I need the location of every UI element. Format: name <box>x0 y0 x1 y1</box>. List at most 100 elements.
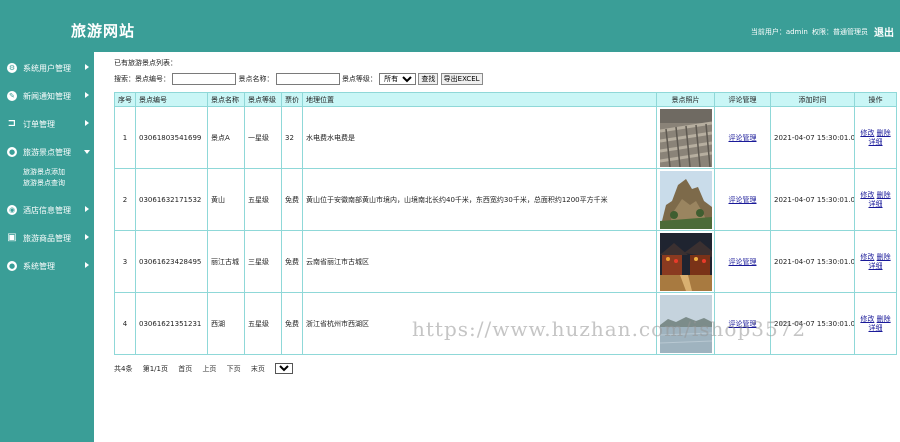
circle-dot-icon: ◉ <box>7 205 17 215</box>
level-label: 景点等级： <box>341 75 377 83</box>
chevron-right-icon <box>85 206 89 212</box>
col-header: 添加时间 <box>770 92 855 107</box>
sidebar-item-news[interactable]: ✎ 新闻通知管理 <box>0 82 94 110</box>
col-header: 评论管理 <box>714 92 771 107</box>
detail-link[interactable]: 详细 <box>858 138 893 147</box>
detail-link[interactable]: 详细 <box>858 324 893 333</box>
comment-manage-link[interactable]: 评论管理 <box>729 134 757 142</box>
cell-code: 03061632171532 <box>135 168 208 231</box>
cell-name: 丽江古城 <box>207 230 245 293</box>
spot-table: 序号 景点编号 景点名称 景点等级 票价 地理位置 景点照片 评论管理 添加时间… <box>114 92 897 355</box>
delete-link[interactable]: 删除 <box>877 129 891 137</box>
box-icon: ▣ <box>7 232 17 243</box>
chevron-right-icon <box>85 64 89 70</box>
sidebar-item-scenic-spots[interactable]: ● 旅游景点管理 <box>0 138 94 166</box>
cell-name: 景点A <box>207 106 245 169</box>
sidebar-item-label: 订单管理 <box>23 120 55 129</box>
cell-time: 2021-04-07 15:30:01.0 <box>770 168 855 231</box>
cell-ops: 修改 删除 详细 <box>854 292 897 355</box>
table-row: 1 03061803541699 景点A 一星级 32 水电费水电费是 评论管理… <box>114 106 897 169</box>
cell-price: 免费 <box>281 292 303 355</box>
export-excel-button[interactable]: 导出EXCEL <box>440 73 483 85</box>
col-header: 景点照片 <box>656 92 715 107</box>
detail-link[interactable]: 详细 <box>858 200 893 209</box>
cell-no: 1 <box>114 106 136 169</box>
spot-name-input[interactable] <box>275 73 340 85</box>
col-header: 景点编号 <box>135 92 208 107</box>
name-label: 景点名称： <box>238 75 274 83</box>
sidebar-item-system-users[interactable]: ⚙ 系统用户管理 <box>0 54 94 82</box>
cell-price: 32 <box>281 106 303 169</box>
sidebar-subitem-add-spot[interactable]: 旅游景点添加 <box>23 167 65 177</box>
spot-code-input[interactable] <box>172 73 237 85</box>
top-header: 旅游网站 当前用户：admin 权限：普通管理员 退出 <box>0 0 900 52</box>
edit-link[interactable]: 修改 <box>860 129 874 137</box>
cell-level: 五星级 <box>244 168 282 231</box>
cell-location: 水电费水电费是 <box>302 106 657 169</box>
table-row: 3 03061623428495 丽江古城 三星级 免费 云南省丽江市古城区 评… <box>114 230 897 293</box>
cell-price: 免费 <box>281 168 303 231</box>
edit-link[interactable]: 修改 <box>860 191 874 199</box>
cell-location: 云南省丽江市古城区 <box>302 230 657 293</box>
pagination: 共4条 第1/1页 首页 上页 下页 末页 1 <box>114 363 294 374</box>
sidebar-item-products[interactable]: ▣ 旅游商品管理 <box>0 224 94 252</box>
bracket-icon: ⊐ <box>7 118 17 129</box>
page-select[interactable]: 1 <box>275 363 294 374</box>
comment-manage-link[interactable]: 评论管理 <box>729 258 757 266</box>
cell-comment: 评论管理 <box>714 230 771 293</box>
first-page-link[interactable]: 首页 <box>178 364 192 374</box>
code-label: 景点编号： <box>135 75 170 83</box>
sidebar-item-label: 旅游商品管理 <box>23 234 71 243</box>
cell-price: 免费 <box>281 230 303 293</box>
cell-level: 三星级 <box>244 230 282 293</box>
level-select[interactable]: 所有 <box>379 73 417 85</box>
cell-time: 2021-04-07 15:30:01.0 <box>770 230 855 293</box>
sidebar-subitem-query-spot[interactable]: 旅游景点查询 <box>23 178 65 188</box>
cell-code: 03061621351231 <box>135 292 208 355</box>
sidebar: ⚙ 系统用户管理 ✎ 新闻通知管理 ⊐ 订单管理 ● 旅游景点管理 旅游景点添加… <box>0 52 94 442</box>
terracotta-warriors-photo <box>660 108 712 167</box>
cell-location: 黄山位于安徽南部黄山市境内，山境南北长约40千米，东西宽约30千米，总面积约12… <box>302 168 657 231</box>
delete-link[interactable]: 删除 <box>877 191 891 199</box>
cell-time: 2021-04-07 15:30:01.0 <box>770 106 855 169</box>
cell-code: 03061623428495 <box>135 230 208 293</box>
cell-level: 五星级 <box>244 292 282 355</box>
sidebar-item-system[interactable]: ● 系统管理 <box>0 252 94 280</box>
chevron-down-icon <box>84 150 90 154</box>
prev-page-link[interactable]: 上页 <box>202 364 216 374</box>
table-header-row: 序号 景点编号 景点名称 景点等级 票价 地理位置 景点照片 评论管理 添加时间… <box>114 92 897 107</box>
cell-photo <box>656 106 715 169</box>
search-prefix: 搜索： <box>114 75 135 83</box>
edit-link[interactable]: 修改 <box>860 315 874 323</box>
next-page-link[interactable]: 下页 <box>227 364 241 374</box>
sidebar-item-hotels[interactable]: ◉ 酒店信息管理 <box>0 196 94 224</box>
col-header: 票价 <box>281 92 303 107</box>
col-header: 序号 <box>114 92 136 107</box>
edit-link[interactable]: 修改 <box>860 253 874 261</box>
chevron-right-icon <box>85 262 89 268</box>
cell-no: 4 <box>114 292 136 355</box>
logout-button[interactable]: 退出 <box>874 24 894 39</box>
last-page-link[interactable]: 末页 <box>251 364 265 374</box>
cell-photo <box>656 168 715 231</box>
delete-link[interactable]: 删除 <box>877 315 891 323</box>
sidebar-item-label: 新闻通知管理 <box>23 92 71 101</box>
cell-level: 一星级 <box>244 106 282 169</box>
cell-ops: 修改 删除 详细 <box>854 168 897 231</box>
cell-code: 03061803541699 <box>135 106 208 169</box>
cell-name: 西湖 <box>207 292 245 355</box>
user-info: 当前用户：admin 权限：普通管理员 <box>749 27 868 37</box>
cell-no: 2 <box>114 168 136 231</box>
sidebar-item-orders[interactable]: ⊐ 订单管理 <box>0 110 94 138</box>
sidebar-item-label: 酒店信息管理 <box>23 206 71 215</box>
comment-manage-link[interactable]: 评论管理 <box>729 196 757 204</box>
people-icon: ● <box>7 261 17 271</box>
search-button[interactable]: 查找 <box>418 73 439 85</box>
lijiang-old-town-photo <box>660 232 712 291</box>
cell-name: 黄山 <box>207 168 245 231</box>
col-header: 操作 <box>854 92 897 107</box>
sidebar-item-label: 系统用户管理 <box>23 64 71 73</box>
delete-link[interactable]: 删除 <box>877 253 891 261</box>
sidebar-item-label: 旅游景点管理 <box>23 148 71 157</box>
detail-link[interactable]: 详细 <box>858 262 893 271</box>
